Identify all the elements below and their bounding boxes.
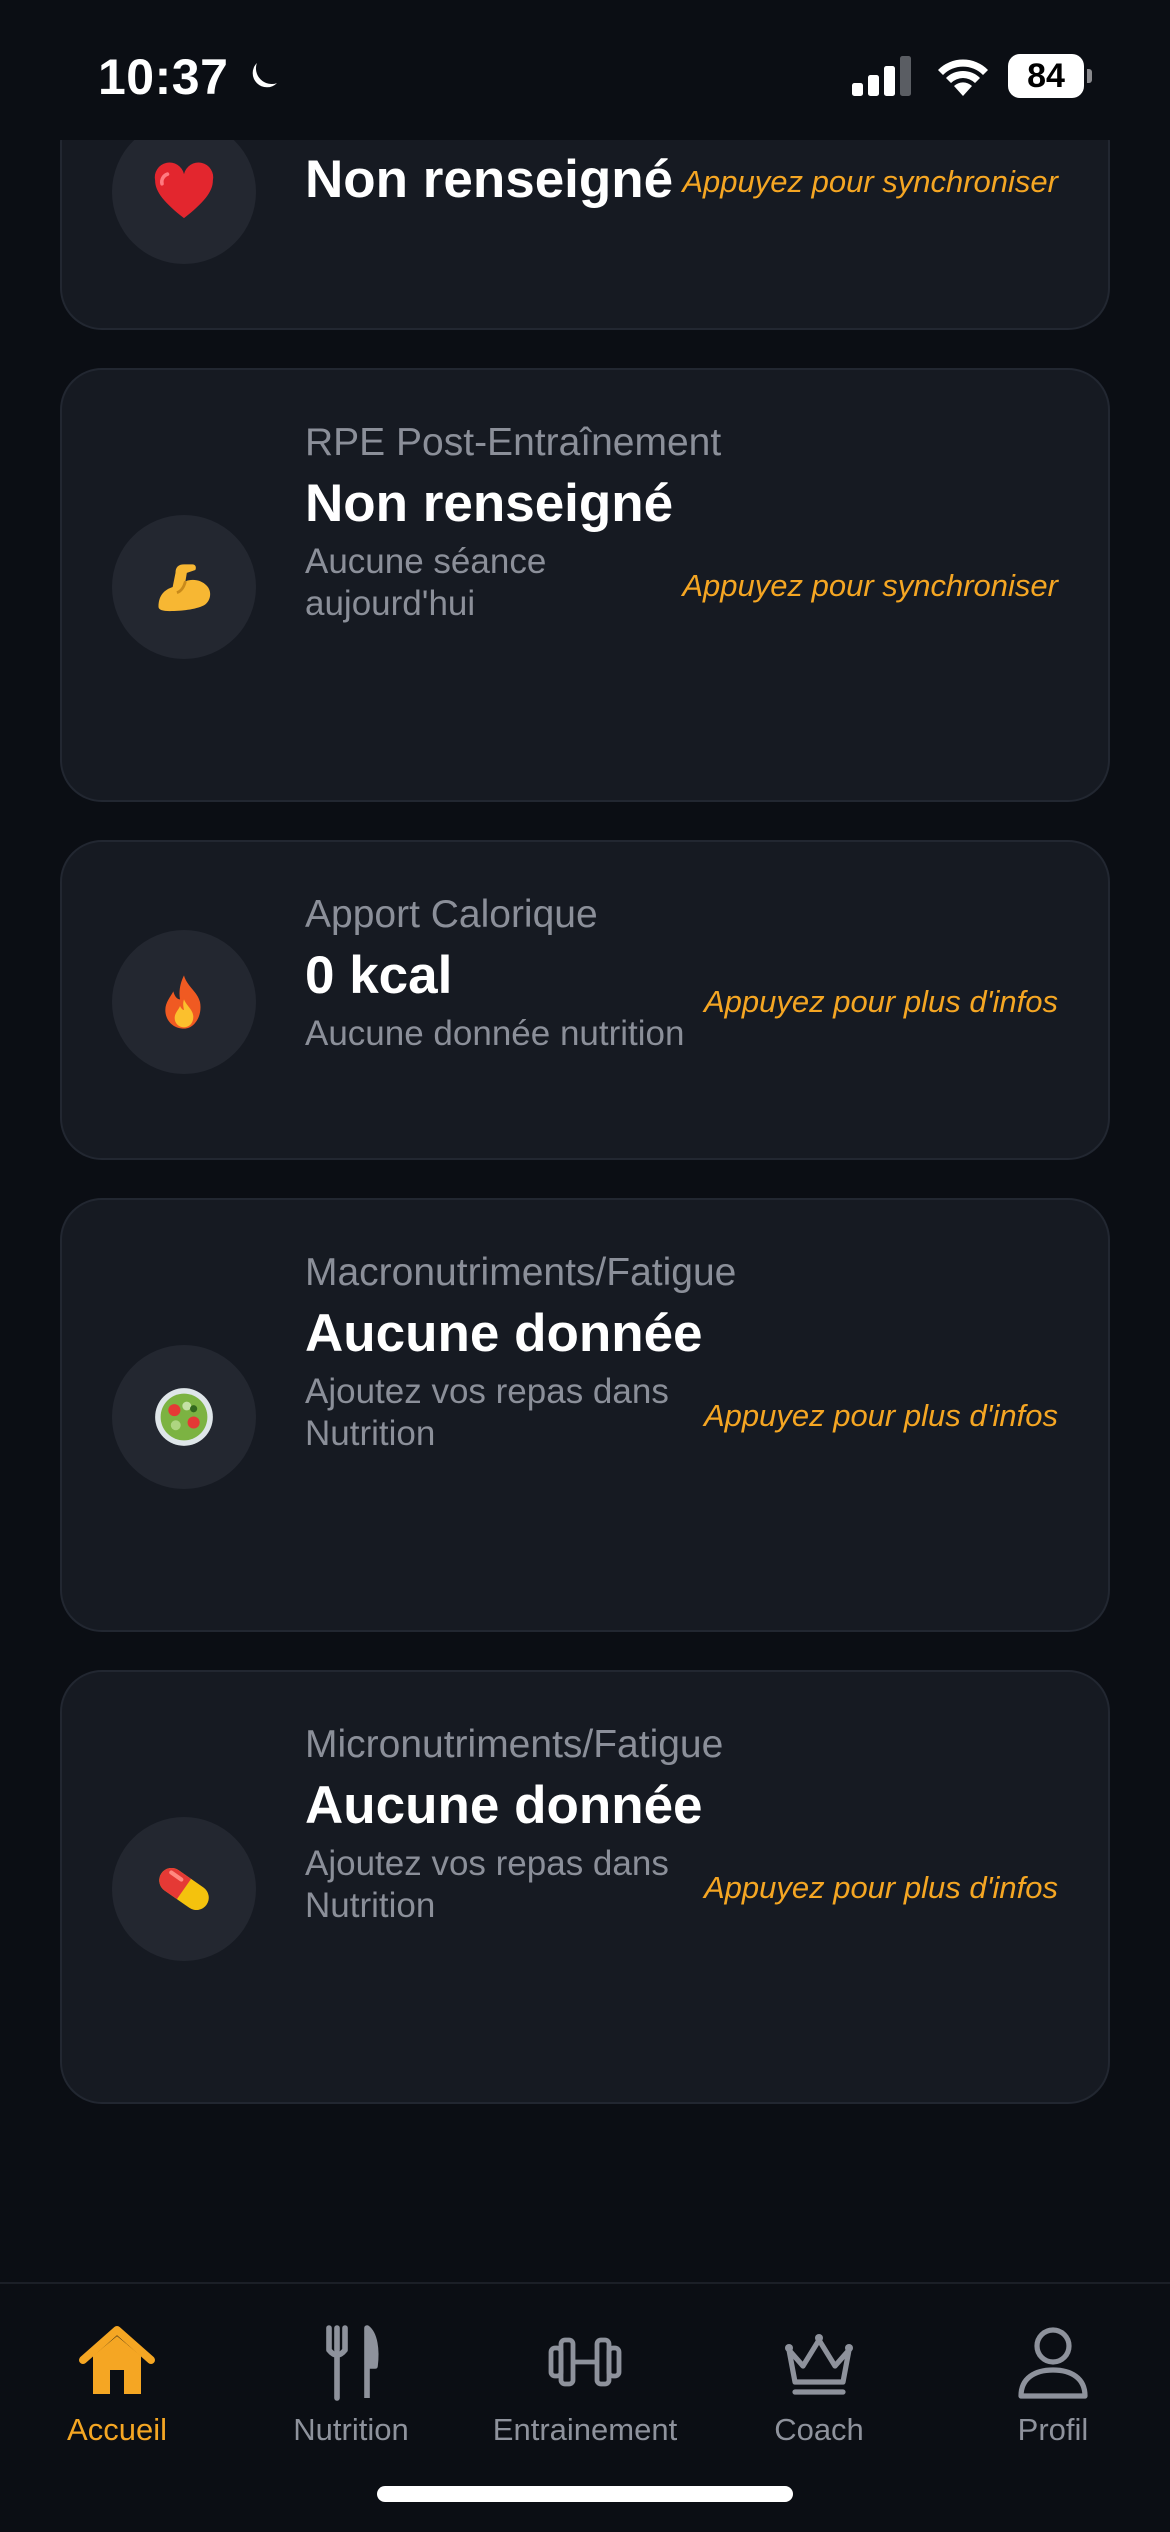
micronutrients-card[interactable]: Micronutriments/Fatigue Aucune donnée Aj… [60,1670,1110,2104]
battery-body: 84 [1008,54,1084,98]
home-indicator[interactable] [377,2486,793,2502]
crown-icon [785,2334,853,2395]
tab-nutrition-label: Nutrition [293,2412,409,2447]
heart-card-sync-link[interactable]: Appuyez pour synchroniser [682,164,1058,200]
rpe-card[interactable]: RPE Post-Entraînement Non renseigné Aucu… [60,368,1110,802]
person-icon [1018,2327,1088,2399]
calorie-card-info-link[interactable]: Appuyez pour plus d'infos [704,984,1058,1020]
status-time: 10:37 [98,49,229,105]
fire-icon [165,975,201,1029]
tab-nutrition[interactable]: Nutrition [234,2304,468,2504]
tab-accueil[interactable]: Accueil [0,2304,234,2504]
fire-icon-circle [112,930,256,1074]
macro-card-sub: Ajoutez vos repas dans Nutrition [305,1372,669,1453]
rpe-card-sub: Aucune séance aujourd'hui [305,542,547,623]
macronutrients-card[interactable]: Macronutriments/Fatigue Aucune donnée Aj… [60,1198,1110,1632]
rpe-card-sync-link[interactable]: Appuyez pour synchroniser [682,568,1058,604]
wifi-icon [938,59,988,96]
macro-card-info-link[interactable]: Appuyez pour plus d'infos [704,1398,1058,1434]
micro-card-label: Micronutriments/Fatigue [305,1723,724,1766]
battery-level: 84 [1027,56,1065,95]
macro-card-label: Macronutriments/Fatigue [305,1251,737,1294]
salad-icon [155,1388,213,1446]
calorie-card[interactable]: Apport Calorique 0 kcal Aucune donnée nu… [60,840,1110,1160]
calorie-card-label: Apport Calorique [305,893,598,936]
micro-card-value: Aucune donnée [305,1776,703,1835]
tab-coach-label: Coach [774,2412,864,2447]
calorie-card-value: 0 kcal [305,946,453,1005]
home-icon [79,2326,155,2394]
heart-card-text: Non renseigné [305,144,725,211]
micro-card-sub: Ajoutez vos repas dans Nutrition [305,1844,669,1925]
tab-entrainement[interactable]: Entrainement [468,2304,702,2504]
rpe-card-text: RPE Post-Entraînement Non renseigné Aucu… [305,418,725,625]
tab-profil-label: Profil [1017,2412,1089,2447]
tab-entrainement-label: Entrainement [492,2412,678,2447]
moon-icon [252,63,277,88]
macro-card-value: Aucune donnée [305,1304,703,1363]
biceps-icon-circle [112,515,256,659]
calorie-card-sub: Aucune donnée nutrition [305,1014,685,1053]
home-screen: 10:37 84 Non renseigné Appuyez pour sync… [0,0,1170,2532]
tab-profil[interactable]: Profil [936,2304,1170,2504]
heart-icon [154,162,214,219]
micro-card-info-link[interactable]: Appuyez pour plus d'infos [704,1870,1058,1906]
rpe-card-value: Non renseigné [305,474,674,533]
tab-accueil-label: Accueil [67,2412,167,2447]
pill-icon-circle [112,1817,256,1961]
signal-icon [852,56,911,96]
pill-icon [159,1867,209,1911]
fork-knife-icon [326,2325,379,2401]
rpe-card-label: RPE Post-Entraînement [305,421,722,464]
micro-card-text: Micronutriments/Fatigue Aucune donnée Aj… [305,1720,725,1927]
battery-icon: 84 [1008,54,1092,98]
tab-coach[interactable]: Coach [702,2304,936,2504]
battery-cap [1087,69,1092,83]
dumbbell-icon [548,2337,622,2387]
status-bar: 10:37 84 [0,0,1170,140]
heart-icon-circle [112,120,256,264]
flexed-biceps-icon [158,564,211,612]
macro-card-text: Macronutriments/Fatigue Aucune donnée Aj… [305,1248,737,1455]
calorie-card-text: Apport Calorique 0 kcal Aucune donnée nu… [305,890,725,1055]
salad-icon-circle [112,1345,256,1489]
heart-card-value: Non renseigné [305,150,674,209]
